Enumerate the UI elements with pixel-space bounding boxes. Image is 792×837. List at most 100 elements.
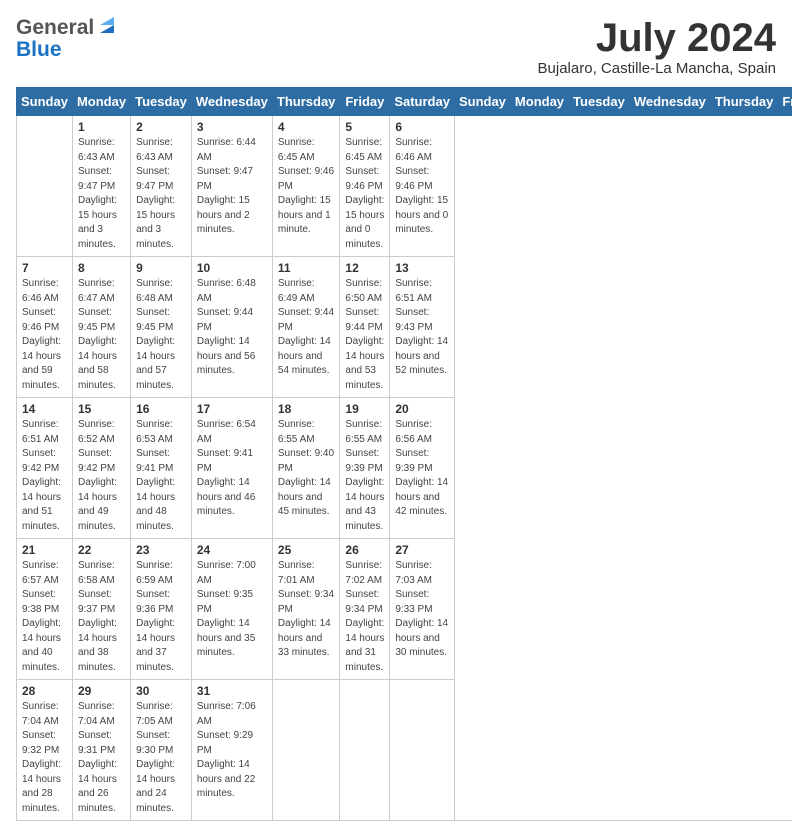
day-header-saturday: Saturday (390, 88, 455, 116)
calendar-cell: 20Sunrise: 6:56 AMSunset: 9:39 PMDayligh… (390, 398, 455, 539)
calendar-cell: 2 Sunrise: 6:43 AMSunset: 9:47 PMDaylight… (131, 116, 192, 257)
calendar-cell (17, 116, 73, 257)
cell-content: Sunrise: 6:45 AMSunset: 9:46 PMDaylight:… (278, 136, 335, 238)
day-number: 1 (78, 120, 125, 134)
cell-content: Sunrise: 6:50 AMSunset: 9:44 PMDaylight:… (345, 277, 384, 393)
cell-content: Sunrise: 6:44 AMSunset: 9:47 PMDaylight:… (197, 136, 267, 238)
calendar-cell: 10Sunrise: 6:48 AMSunset: 9:44 PMDayligh… (191, 257, 272, 398)
calendar-cell: 7Sunrise: 6:46 AMSunset: 9:46 PMDaylight… (17, 257, 73, 398)
day-number: 12 (345, 261, 384, 275)
day-number: 4 (278, 120, 335, 134)
calendar-cell: 29 Sunrise: 7:04 AMSunset: 9:31 PMDayligh… (72, 680, 130, 821)
page-header: General Blue July 2024 Bujalaro, Castill… (16, 16, 776, 77)
calendar-cell (340, 680, 390, 821)
calendar-week-1: 1 Sunrise: 6:43 AMSunset: 9:47 PMDaylight… (17, 116, 792, 257)
calendar-cell: 24 Sunrise: 7:00 AMSunset: 9:35 PMDayligh… (191, 539, 272, 680)
cell-content: Sunrise: 7:00 AMSunset: 9:35 PMDaylight:… (197, 559, 267, 661)
day-number: 11 (278, 261, 335, 275)
day-number: 16 (136, 402, 186, 416)
day-header-friday: Friday (778, 88, 792, 116)
calendar-cell: 6Sunrise: 6:46 AMSunset: 9:46 PMDaylight… (390, 116, 455, 257)
day-number: 13 (395, 261, 449, 275)
cell-content: Sunrise: 6:58 AMSunset: 9:37 PMDaylight:… (78, 559, 125, 675)
calendar-cell: 16 Sunrise: 6:53 AMSunset: 9:41 PMDayligh… (131, 398, 192, 539)
calendar-week-4: 21 Sunrise: 6:57 AMSunset: 9:38 PMDayligh… (17, 539, 792, 680)
day-number: 24 (197, 543, 267, 557)
day-header-monday: Monday (72, 88, 130, 116)
cell-content: Sunrise: 6:49 AMSunset: 9:44 PMDaylight:… (278, 277, 335, 379)
calendar-header-row: SundayMondayTuesdayWednesdayThursdayFrid… (17, 88, 792, 116)
day-header-tuesday: Tuesday (131, 88, 192, 116)
day-header-sunday: Sunday (17, 88, 73, 116)
logo-blue-text: Blue (16, 38, 62, 61)
day-number: 14 (22, 402, 67, 416)
calendar-cell: 30Sunrise: 7:05 AMSunset: 9:30 PMDayligh… (131, 680, 192, 821)
day-number: 3 (197, 120, 267, 134)
cell-content: Sunrise: 7:01 AMSunset: 9:34 PMDaylight:… (278, 559, 335, 661)
day-number: 18 (278, 402, 335, 416)
day-number: 27 (395, 543, 449, 557)
day-number: 19 (345, 402, 384, 416)
title-section: July 2024 Bujalaro, Castille-La Mancha, … (538, 16, 776, 77)
calendar-cell: 22 Sunrise: 6:58 AMSunset: 9:37 PMDayligh… (72, 539, 130, 680)
cell-content: Sunrise: 7:02 AMSunset: 9:34 PMDaylight:… (345, 559, 384, 675)
day-number: 5 (345, 120, 384, 134)
calendar-cell: 26 Sunrise: 7:02 AMSunset: 9:34 PMDayligh… (340, 539, 390, 680)
calendar-cell: 15 Sunrise: 6:52 AMSunset: 9:42 PMDayligh… (72, 398, 130, 539)
cell-content: Sunrise: 6:47 AMSunset: 9:45 PMDaylight:… (78, 277, 125, 393)
cell-content: Sunrise: 6:53 AMSunset: 9:41 PMDaylight:… (136, 418, 186, 534)
calendar-cell: 9 Sunrise: 6:48 AMSunset: 9:45 PMDaylight… (131, 257, 192, 398)
day-number: 15 (78, 402, 125, 416)
calendar-cell: 13Sunrise: 6:51 AMSunset: 9:43 PMDayligh… (390, 257, 455, 398)
calendar-cell: 18 Sunrise: 6:55 AMSunset: 9:40 PMDayligh… (272, 398, 340, 539)
cell-content: Sunrise: 6:55 AMSunset: 9:39 PMDaylight:… (345, 418, 384, 534)
cell-content: Sunrise: 7:04 AMSunset: 9:32 PMDaylight:… (22, 700, 67, 816)
calendar-cell: 17Sunrise: 6:54 AMSunset: 9:41 PMDayligh… (191, 398, 272, 539)
day-header-sunday: Sunday (454, 88, 510, 116)
day-number: 21 (22, 543, 67, 557)
calendar-week-3: 14 Sunrise: 6:51 AMSunset: 9:42 PMDayligh… (17, 398, 792, 539)
cell-content: Sunrise: 6:57 AMSunset: 9:38 PMDaylight:… (22, 559, 67, 675)
month-title: July 2024 (538, 16, 776, 60)
day-header-wednesday: Wednesday (191, 88, 272, 116)
day-header-wednesday: Wednesday (629, 88, 710, 116)
day-header-monday: Monday (510, 88, 568, 116)
calendar-cell: 19 Sunrise: 6:55 AMSunset: 9:39 PMDayligh… (340, 398, 390, 539)
day-number: 28 (22, 684, 67, 698)
calendar-week-5: 28 Sunrise: 7:04 AMSunset: 9:32 PMDayligh… (17, 680, 792, 821)
cell-content: Sunrise: 6:59 AMSunset: 9:36 PMDaylight:… (136, 559, 186, 675)
day-header-tuesday: Tuesday (569, 88, 630, 116)
cell-content: Sunrise: 6:46 AMSunset: 9:46 PMDaylight:… (395, 136, 449, 238)
day-number: 9 (136, 261, 186, 275)
cell-content: Sunrise: 7:03 AMSunset: 9:33 PMDaylight:… (395, 559, 449, 661)
day-number: 20 (395, 402, 449, 416)
day-number: 17 (197, 402, 267, 416)
day-number: 2 (136, 120, 186, 134)
cell-content: Sunrise: 7:06 AMSunset: 9:29 PMDaylight:… (197, 700, 267, 802)
cell-content: Sunrise: 6:52 AMSunset: 9:42 PMDaylight:… (78, 418, 125, 534)
calendar-cell: 1 Sunrise: 6:43 AMSunset: 9:47 PMDaylight… (72, 116, 130, 257)
cell-content: Sunrise: 6:51 AMSunset: 9:42 PMDaylight:… (22, 418, 67, 534)
calendar-cell: 8 Sunrise: 6:47 AMSunset: 9:45 PMDaylight… (72, 257, 130, 398)
calendar-cell: 3 Sunrise: 6:44 AMSunset: 9:47 PMDaylight… (191, 116, 272, 257)
calendar-cell: 12 Sunrise: 6:50 AMSunset: 9:44 PMDayligh… (340, 257, 390, 398)
calendar-cell (390, 680, 455, 821)
day-number: 26 (345, 543, 384, 557)
cell-content: Sunrise: 6:55 AMSunset: 9:40 PMDaylight:… (278, 418, 335, 520)
cell-content: Sunrise: 6:46 AMSunset: 9:46 PMDaylight:… (22, 277, 67, 393)
cell-content: Sunrise: 6:43 AMSunset: 9:47 PMDaylight:… (136, 136, 186, 252)
day-number: 22 (78, 543, 125, 557)
calendar-cell: 23Sunrise: 6:59 AMSunset: 9:36 PMDayligh… (131, 539, 192, 680)
calendar-cell: 27 Sunrise: 7:03 AMSunset: 9:33 PMDayligh… (390, 539, 455, 680)
day-number: 25 (278, 543, 335, 557)
logo-general-text: General (16, 16, 94, 40)
day-number: 29 (78, 684, 125, 698)
cell-content: Sunrise: 7:04 AMSunset: 9:31 PMDaylight:… (78, 700, 125, 816)
day-number: 30 (136, 684, 186, 698)
cell-content: Sunrise: 6:43 AMSunset: 9:47 PMDaylight:… (78, 136, 125, 252)
calendar-cell (272, 680, 340, 821)
cell-content: Sunrise: 6:48 AMSunset: 9:45 PMDaylight:… (136, 277, 186, 393)
day-number: 10 (197, 261, 267, 275)
day-number: 8 (78, 261, 125, 275)
calendar-table: SundayMondayTuesdayWednesdayThursdayFrid… (16, 87, 792, 821)
